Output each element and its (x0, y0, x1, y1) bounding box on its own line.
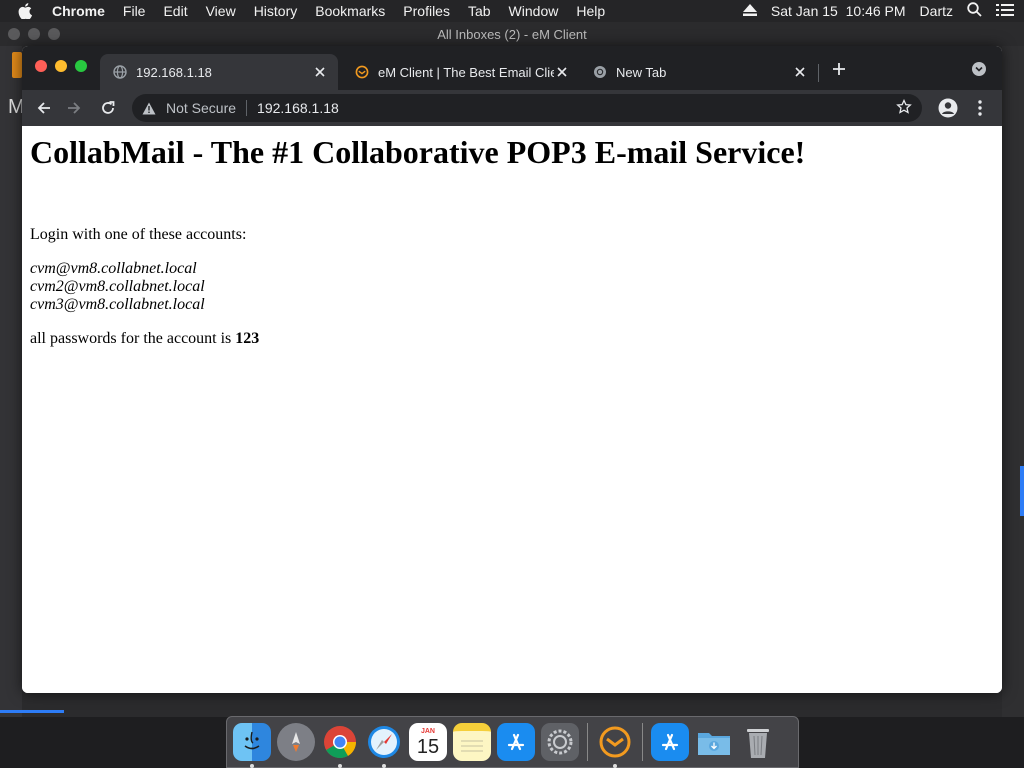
emclient-window-controls (8, 28, 60, 40)
emclient-right-pane (1002, 46, 1024, 717)
app-store-icon[interactable] (497, 723, 535, 761)
chrome-window: 192.168.1.18 eM Client | The Best Email … (22, 46, 1002, 693)
globe-icon (112, 64, 128, 80)
calendar-day: 15 (416, 735, 440, 758)
menu-edit[interactable]: Edit (163, 3, 187, 19)
em-client-dock-icon[interactable] (596, 723, 634, 768)
tab-separator (818, 64, 819, 82)
menu-view[interactable]: View (206, 3, 236, 19)
downloads-folder-icon[interactable] (695, 723, 733, 761)
running-indicator (613, 764, 617, 768)
more-options-icon[interactable] (968, 96, 992, 120)
tab-close-icon[interactable] (554, 64, 570, 80)
trash-icon[interactable] (739, 723, 777, 761)
macos-dock: JAN 15 (226, 716, 799, 768)
security-status-label[interactable]: Not Secure (166, 100, 236, 116)
menubar-clock[interactable]: Sat Jan 15 10:46 PM (771, 3, 906, 19)
tab-emclient[interactable]: eM Client | The Best Email Clie (342, 54, 580, 90)
running-indicator (382, 764, 386, 768)
login-instructions: Login with one of these accounts: (30, 226, 247, 243)
warning-triangle-icon[interactable] (142, 102, 158, 115)
password-value: 123 (235, 330, 260, 347)
emclient-orange-marker (12, 52, 22, 78)
password-note: all passwords for the account is 123 (30, 330, 1002, 348)
spotlight-search-icon[interactable] (967, 2, 982, 20)
app-store-alt-icon[interactable] (651, 723, 689, 761)
calendar-month: JAN (420, 727, 435, 735)
tab-strip: 192.168.1.18 eM Client | The Best Email … (22, 46, 1002, 90)
maximize-window-button[interactable] (75, 60, 87, 72)
menu-tab[interactable]: Tab (468, 3, 491, 19)
menu-history[interactable]: History (254, 3, 298, 19)
menu-app-name[interactable]: Chrome (52, 3, 105, 19)
running-indicator (338, 764, 342, 768)
password-note-text: all passwords for the account is (30, 330, 236, 347)
tab-search-icon[interactable] (972, 62, 988, 78)
emclient-icon (354, 64, 370, 80)
launchpad-icon[interactable] (277, 723, 315, 761)
menu-bookmarks[interactable]: Bookmarks (315, 3, 385, 19)
account-item: cvm3@vm8.collabnet.local (30, 296, 205, 313)
tab-title: eM Client | The Best Email Clie (378, 64, 554, 80)
control-center-icon[interactable] (996, 3, 1014, 20)
close-window-button[interactable] (35, 60, 47, 72)
minimize-window-button[interactable] (55, 60, 67, 72)
profile-avatar-icon[interactable] (936, 96, 960, 120)
emclient-left-pane (0, 46, 22, 717)
emclient-bottom-accent (0, 710, 64, 713)
menubar-user[interactable]: Dartz (920, 3, 953, 19)
new-tab-plus-icon[interactable] (832, 62, 848, 78)
tab-title: 192.168.1.18 (136, 64, 212, 80)
finder-icon[interactable] (233, 723, 271, 768)
menu-window[interactable]: Window (509, 3, 559, 19)
account-list: cvm@vm8.collabnet.local cvm2@vm8.collabn… (30, 260, 1002, 314)
macos-menu-bar: Chrome File Edit View History Bookmarks … (0, 0, 1024, 22)
tab-title: New Tab (616, 64, 667, 80)
menu-file[interactable]: File (123, 3, 146, 19)
safari-icon[interactable] (365, 723, 403, 768)
calendar-icon[interactable]: JAN 15 (409, 723, 447, 761)
page-title: CollabMail - The #1 Collaborative POP3 E… (30, 134, 806, 170)
menu-help[interactable]: Help (576, 3, 605, 19)
omnibox-divider (246, 100, 248, 116)
address-bar[interactable]: Not Secure 192.168.1.18 (132, 94, 922, 122)
menu-profiles[interactable]: Profiles (403, 3, 450, 19)
url-text[interactable]: 192.168.1.18 (257, 100, 339, 116)
back-arrow-icon[interactable] (32, 96, 56, 120)
reload-icon[interactable] (96, 96, 120, 120)
emclient-blue-accent (1020, 466, 1024, 516)
forward-arrow-icon[interactable] (62, 96, 86, 120)
tab-new-tab[interactable]: New Tab (580, 54, 818, 90)
notes-icon[interactable] (453, 723, 491, 761)
tab-close-icon[interactable] (312, 64, 328, 80)
tab-active[interactable]: 192.168.1.18 (100, 54, 338, 90)
chrome-dock-icon[interactable] (321, 723, 359, 768)
apple-menu-icon[interactable] (18, 3, 38, 19)
eject-icon[interactable] (742, 3, 757, 19)
system-preferences-icon[interactable] (541, 723, 579, 761)
dock-separator (587, 723, 588, 761)
web-page-content: CollabMail - The #1 Collaborative POP3 E… (22, 126, 1002, 693)
running-indicator (250, 764, 254, 768)
emclient-window-title: All Inboxes (2) - eM Client (437, 26, 587, 42)
tab-close-icon[interactable] (792, 64, 808, 80)
emclient-title-bar: All Inboxes (2) - eM Client (0, 22, 1024, 46)
browser-toolbar: Not Secure 192.168.1.18 (22, 90, 1002, 126)
chrome-icon (592, 64, 608, 80)
account-item: cvm2@vm8.collabnet.local (30, 278, 205, 295)
dock-separator (642, 723, 643, 761)
account-item: cvm@vm8.collabnet.local (30, 260, 197, 277)
bookmark-star-icon[interactable] (896, 98, 912, 118)
